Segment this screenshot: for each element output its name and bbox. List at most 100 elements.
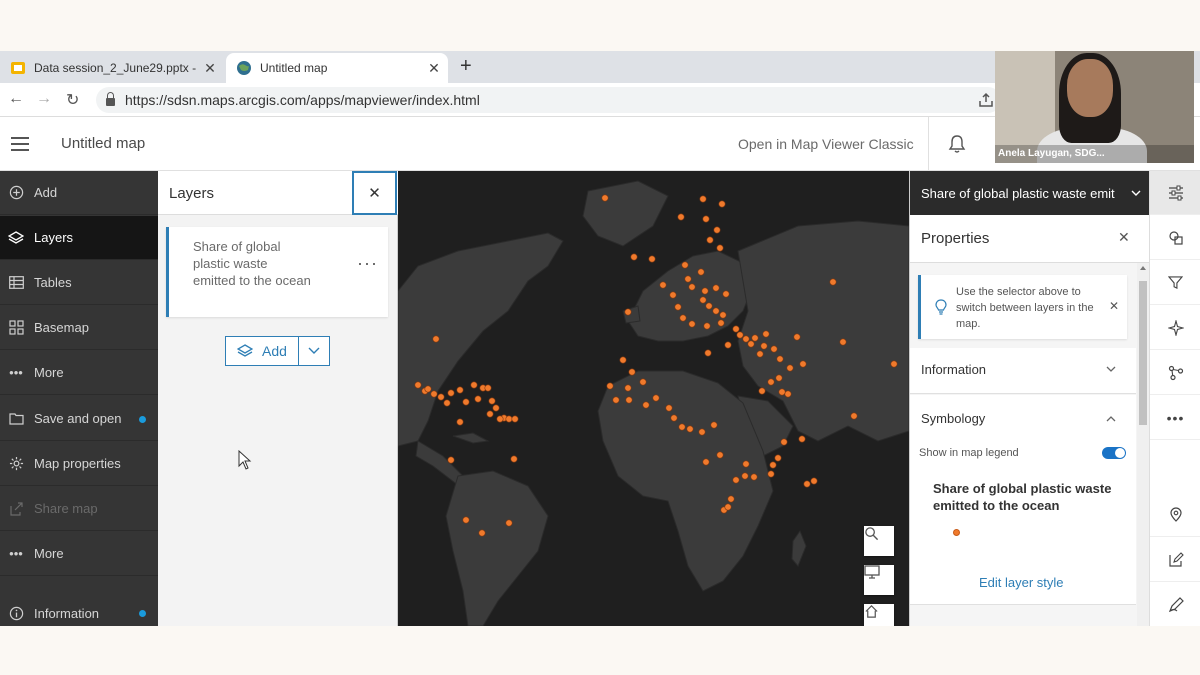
map-point[interactable] [722, 290, 730, 298]
map-point[interactable] [630, 253, 638, 261]
map-point[interactable] [741, 472, 749, 480]
map-point[interactable] [699, 195, 707, 203]
properties-scrollbar[interactable] [1137, 263, 1149, 626]
map-point[interactable] [496, 415, 504, 423]
map-point[interactable] [642, 401, 650, 409]
map-point[interactable] [703, 322, 711, 330]
map-point[interactable] [511, 415, 519, 423]
map-point[interactable] [486, 410, 494, 418]
map-point[interactable] [665, 404, 673, 412]
map-point[interactable] [601, 194, 609, 202]
map-point[interactable] [718, 200, 726, 208]
map-point[interactable] [786, 364, 794, 372]
map-point[interactable] [669, 291, 677, 299]
nav-item-add[interactable]: Add [0, 171, 158, 215]
world-map[interactable] [398, 171, 909, 626]
map-point[interactable] [492, 404, 500, 412]
close-icon[interactable]: ✕ [424, 60, 444, 77]
map-point[interactable] [760, 342, 768, 350]
map-point[interactable] [799, 360, 807, 368]
map-point[interactable] [756, 350, 764, 358]
map-point[interactable] [780, 438, 788, 446]
map-point[interactable] [724, 503, 732, 511]
filter-tool-button[interactable] [1150, 261, 1200, 305]
map-point[interactable] [697, 268, 705, 276]
map-point[interactable] [758, 387, 766, 395]
map-point[interactable] [628, 368, 636, 376]
map-point[interactable] [803, 480, 811, 488]
map-point[interactable] [736, 331, 744, 339]
map-point[interactable] [793, 333, 801, 341]
map-point[interactable] [612, 396, 620, 404]
map-point[interactable] [462, 516, 470, 524]
map-point[interactable] [701, 287, 709, 295]
close-icon[interactable]: ✕ [200, 60, 220, 77]
analysis-tool-button[interactable] [1150, 351, 1200, 395]
add-layer-dropdown[interactable] [298, 336, 330, 366]
nav-item-tables[interactable]: Tables [0, 261, 158, 305]
map-point[interactable] [652, 394, 660, 402]
home-button[interactable] [864, 604, 894, 626]
map-point[interactable] [470, 381, 478, 389]
map-point[interactable] [839, 338, 847, 346]
map-point[interactable] [462, 398, 470, 406]
edit-layer-style-link[interactable]: Edit layer style [979, 575, 1064, 590]
map-point[interactable] [829, 278, 837, 286]
map-point[interactable] [767, 470, 775, 478]
map-point[interactable] [488, 397, 496, 405]
symbology-label[interactable]: Symbology [921, 411, 985, 426]
map-point[interactable] [505, 415, 513, 423]
map-point[interactable] [624, 308, 632, 316]
effects-tool-button[interactable] [1150, 306, 1200, 350]
map-point[interactable] [474, 395, 482, 403]
map-point[interactable] [447, 456, 455, 464]
map-point[interactable] [810, 477, 818, 485]
share-page-icon[interactable] [978, 92, 994, 108]
map-point[interactable] [437, 393, 445, 401]
map-point[interactable] [484, 384, 492, 392]
map-point[interactable] [742, 335, 750, 343]
nav-item-save-and-open[interactable]: Save and open [0, 397, 158, 441]
map-point[interactable] [775, 374, 783, 382]
map-point[interactable] [850, 412, 858, 420]
map-point[interactable] [443, 399, 451, 407]
map-point[interactable] [770, 345, 778, 353]
more-options-icon[interactable]: ··· [357, 253, 378, 274]
browser-tab-slides[interactable]: Data session_2_June29.pptx - Go ✕ [0, 53, 224, 83]
map-point[interactable] [742, 460, 750, 468]
map-point[interactable] [732, 476, 740, 484]
nav-item-share-map[interactable]: Share map [0, 487, 158, 531]
properties-tool-button[interactable] [1150, 171, 1200, 215]
styles-tool-button[interactable] [1150, 216, 1200, 260]
map-view[interactable] [398, 171, 909, 626]
map-point[interactable] [606, 382, 614, 390]
map-point[interactable] [747, 340, 755, 348]
map-point[interactable] [767, 378, 775, 386]
map-point[interactable] [727, 495, 735, 503]
map-point[interactable] [698, 428, 706, 436]
map-point[interactable] [716, 244, 724, 252]
map-point[interactable] [713, 226, 721, 234]
information-section[interactable]: Information [910, 348, 1136, 394]
map-point[interactable] [456, 386, 464, 394]
map-point[interactable] [688, 320, 696, 328]
sketch-tool-button[interactable] [1150, 493, 1200, 537]
map-point[interactable] [712, 307, 720, 315]
url-bar[interactable]: https://sdsn.maps.arcgis.com/apps/mapvie… [96, 87, 1001, 113]
map-point[interactable] [424, 385, 432, 393]
browser-tab-map[interactable]: Untitled map ✕ [226, 53, 448, 83]
new-tab-button[interactable]: + [460, 55, 472, 78]
add-layer-button[interactable]: Add [225, 336, 299, 366]
map-point[interactable] [684, 275, 692, 283]
map-point[interactable] [798, 435, 806, 443]
map-point[interactable] [624, 384, 632, 392]
map-point[interactable] [447, 389, 455, 397]
map-point[interactable] [702, 215, 710, 223]
map-point[interactable] [456, 418, 464, 426]
map-point[interactable] [717, 319, 725, 327]
nav-item-basemap[interactable]: Basemap [0, 306, 158, 350]
layer-item[interactable]: Share of global plastic waste emitted to… [166, 227, 388, 317]
map-point[interactable] [724, 341, 732, 349]
close-icon[interactable]: ✕ [1118, 229, 1130, 246]
draw-tool-button[interactable] [1150, 583, 1200, 626]
